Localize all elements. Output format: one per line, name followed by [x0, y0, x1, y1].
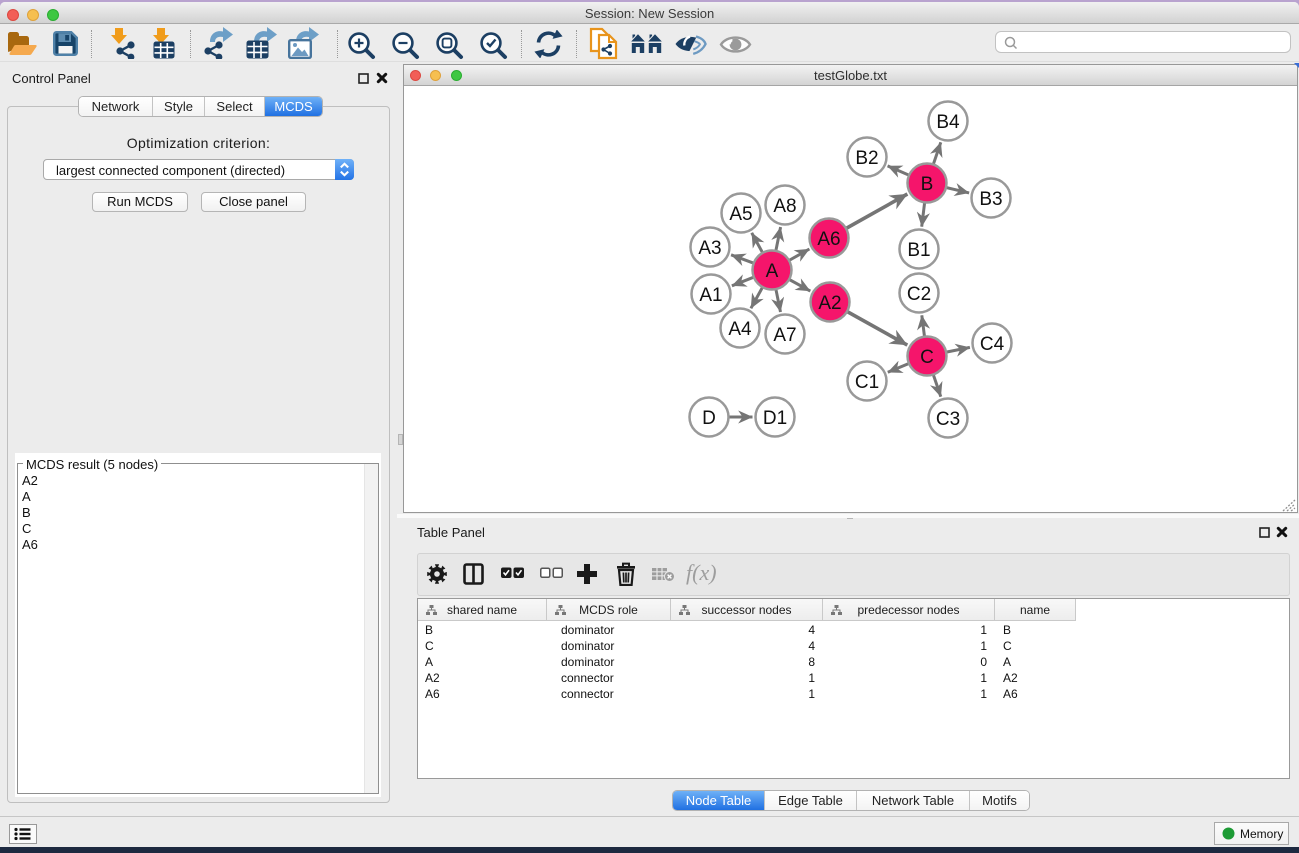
svg-text:A3: A3	[698, 238, 721, 259]
svg-text:C2: C2	[907, 284, 931, 305]
svg-text:C1: C1	[855, 372, 879, 393]
svg-text:D1: D1	[763, 408, 787, 429]
svg-text:A7: A7	[773, 325, 796, 346]
svg-text:A5: A5	[729, 204, 752, 225]
svg-text:B3: B3	[979, 189, 1002, 210]
svg-text:B1: B1	[907, 240, 930, 261]
svg-text:D: D	[702, 408, 716, 429]
svg-text:A8: A8	[773, 196, 796, 217]
svg-text:A6: A6	[817, 229, 840, 250]
svg-text:A1: A1	[699, 285, 722, 306]
svg-text:A4: A4	[728, 319, 752, 340]
svg-text:B2: B2	[855, 148, 878, 169]
svg-text:A: A	[766, 261, 779, 282]
svg-text:C4: C4	[980, 334, 1005, 355]
svg-text:C3: C3	[936, 409, 960, 430]
svg-text:A2: A2	[818, 293, 841, 314]
svg-text:B: B	[921, 174, 934, 195]
svg-text:C: C	[920, 347, 934, 368]
svg-text:B4: B4	[936, 112, 960, 133]
